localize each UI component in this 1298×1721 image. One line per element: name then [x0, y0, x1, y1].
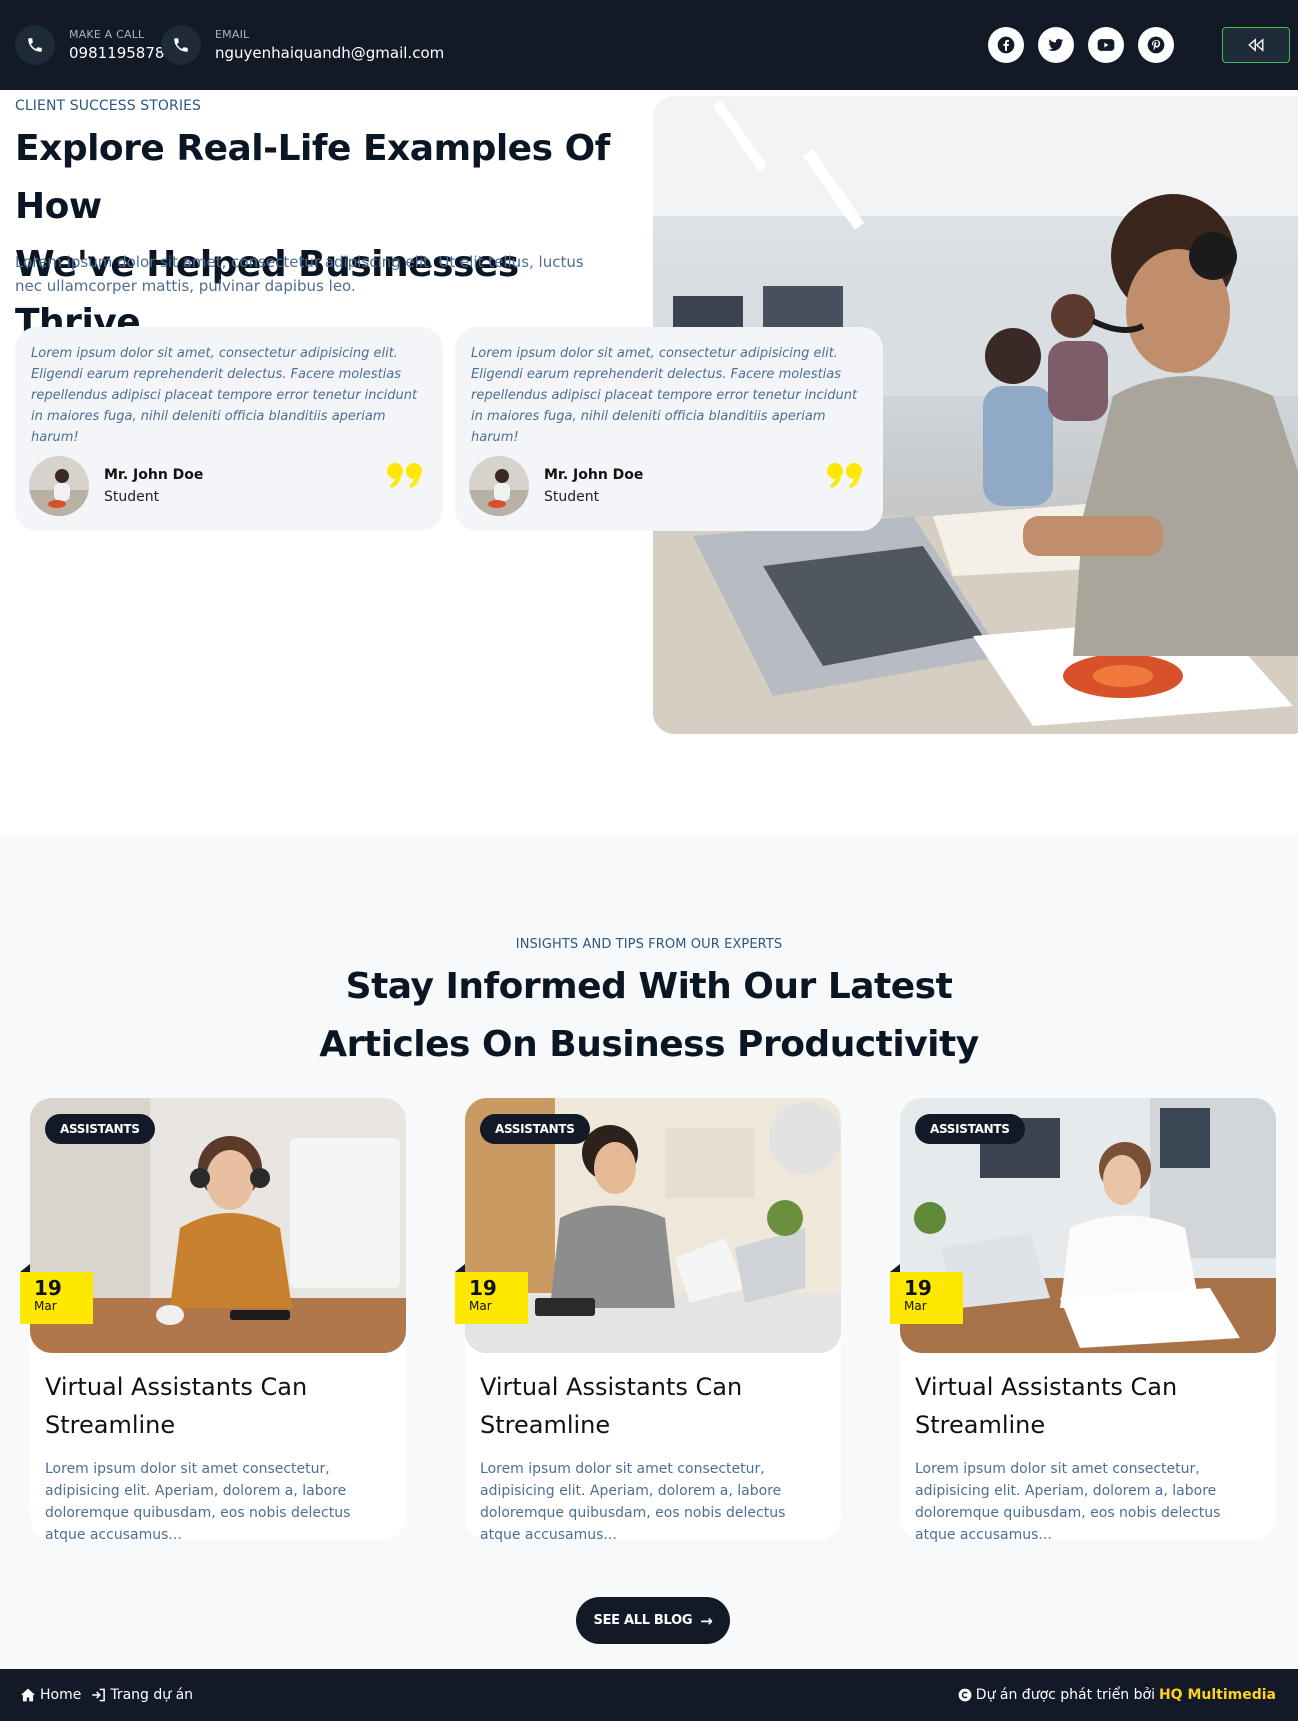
footer-project-label: Trang dự án [110, 1687, 194, 1703]
blog-card[interactable]: ASSISTANTS 19 Mar Virtual Assistants Can… [20, 1098, 406, 1543]
see-all-blog-button[interactable]: SEE ALL BLOG → [576, 1597, 730, 1644]
hero-title: Explore Real-Life Examples Of How We've … [15, 120, 655, 352]
pinterest-icon[interactable] [1138, 27, 1174, 63]
testimonial-card: Lorem ipsum dolor sit amet, consectetur … [455, 327, 883, 531]
phone-icon [15, 25, 55, 65]
blog-card-title[interactable]: Virtual Assistants Can Streamline [915, 1368, 1265, 1444]
footer-bar: Home Trang dự án Dự án được phát triển b… [0, 1669, 1298, 1721]
facebook-icon[interactable] [988, 27, 1024, 63]
copyright-icon [958, 1688, 972, 1702]
blog-card-excerpt: Lorem ipsum dolor sit amet consectetur, … [915, 1461, 1221, 1543]
blog-title-line-2: Articles On Business Productivity [319, 1024, 979, 1065]
footer-project-link[interactable]: Trang dự án [91, 1687, 193, 1703]
testimonial-author: Mr. John Doe Student [469, 456, 643, 516]
blog-title: Stay Informed With Our Latest Articles O… [0, 958, 1298, 1074]
date-month: Mar [469, 1299, 492, 1313]
author-name: Mr. John Doe [104, 467, 204, 483]
hero-description: Lorem ipsum dolor sit amet, consectetur … [15, 253, 584, 295]
email-contact[interactable]: EMAIL nguyenhaiquandh@gmail.com [161, 24, 444, 66]
date-month: Mar [34, 1299, 57, 1313]
category-tag[interactable]: ASSISTANTS [45, 1114, 155, 1144]
date-day: 19 [904, 1276, 932, 1300]
date-day: 19 [469, 1276, 497, 1300]
testimonial-author: Mr. John Doe Student [29, 456, 203, 516]
blog-title-line-1: Stay Informed With Our Latest [345, 966, 953, 1007]
testimonial-text: Lorem ipsum dolor sit amet, consectetur … [471, 346, 858, 445]
blog-card-excerpt: Lorem ipsum dolor sit amet consectetur, … [45, 1461, 351, 1543]
footer-home-link[interactable]: Home [20, 1687, 81, 1703]
date-badge: 19 Mar [455, 1272, 528, 1324]
date-badge: 19 Mar [20, 1272, 93, 1324]
twitter-icon[interactable] [1038, 27, 1074, 63]
call-contact[interactable]: MAKE A CALL 0981195878 [15, 24, 164, 66]
author-role: Student [544, 489, 600, 505]
footer-home-label: Home [40, 1687, 82, 1703]
author-name: Mr. John Doe [544, 467, 644, 483]
home-icon [21, 1688, 35, 1702]
date-month: Mar [904, 1299, 927, 1313]
phone-number[interactable]: 0981195878 [69, 44, 164, 62]
call-label: MAKE A CALL [69, 28, 145, 41]
blog-card[interactable]: ASSISTANTS 19 Mar Virtual Assistants Can… [890, 1098, 1276, 1543]
avatar [469, 456, 529, 516]
blog-card-excerpt: Lorem ipsum dolor sit amet consectetur, … [480, 1461, 786, 1543]
phone-icon [161, 25, 201, 65]
see-all-blog-label: SEE ALL BLOG [593, 1613, 693, 1628]
avatar [29, 456, 89, 516]
footer-credit-text: Dự án được phát triển bởi [975, 1687, 1155, 1703]
date-badge: 19 Mar [890, 1272, 963, 1324]
author-role: Student [104, 489, 160, 505]
email-label: EMAIL [215, 28, 250, 41]
testimonial-text: Lorem ipsum dolor sit amet, consectetur … [31, 346, 418, 445]
hero-kicker: CLIENT SUCCESS STORIES [15, 98, 202, 114]
date-fold [890, 1264, 900, 1272]
email-address[interactable]: nguyenhaiquandh@gmail.com [215, 44, 444, 62]
footer-credit-brand[interactable]: HQ Multimedia [1159, 1687, 1276, 1703]
blog-card[interactable]: ASSISTANTS 19 Mar Virtual Assistants Can… [455, 1098, 841, 1543]
quote-icon [387, 461, 423, 493]
date-fold [455, 1264, 465, 1272]
blog-card-title[interactable]: Virtual Assistants Can Streamline [480, 1368, 830, 1444]
arrow-right-icon: → [700, 1611, 713, 1630]
category-tag[interactable]: ASSISTANTS [915, 1114, 1025, 1144]
date-fold [20, 1264, 30, 1272]
category-tag[interactable]: ASSISTANTS [480, 1114, 590, 1144]
blog-kicker: INSIGHTS AND TIPS FROM OUR EXPERTS [515, 937, 783, 952]
quote-icon [827, 461, 863, 493]
rewind-icon[interactable] [1222, 27, 1290, 63]
sign-in-icon [92, 1688, 106, 1702]
testimonial-card: Lorem ipsum dolor sit amet, consectetur … [15, 327, 443, 531]
top-bar: MAKE A CALL 0981195878 EMAIL nguyenhaiqu… [0, 0, 1298, 90]
social-links [988, 27, 1174, 63]
blog-card-title[interactable]: Virtual Assistants Can Streamline [45, 1368, 395, 1444]
date-day: 19 [34, 1276, 62, 1300]
footer-credit: Dự án được phát triển bởi HQ Multimedia [958, 1669, 1276, 1721]
hero-title-line-1: Explore Real-Life Examples Of How [15, 128, 610, 227]
youtube-icon[interactable] [1088, 27, 1124, 63]
